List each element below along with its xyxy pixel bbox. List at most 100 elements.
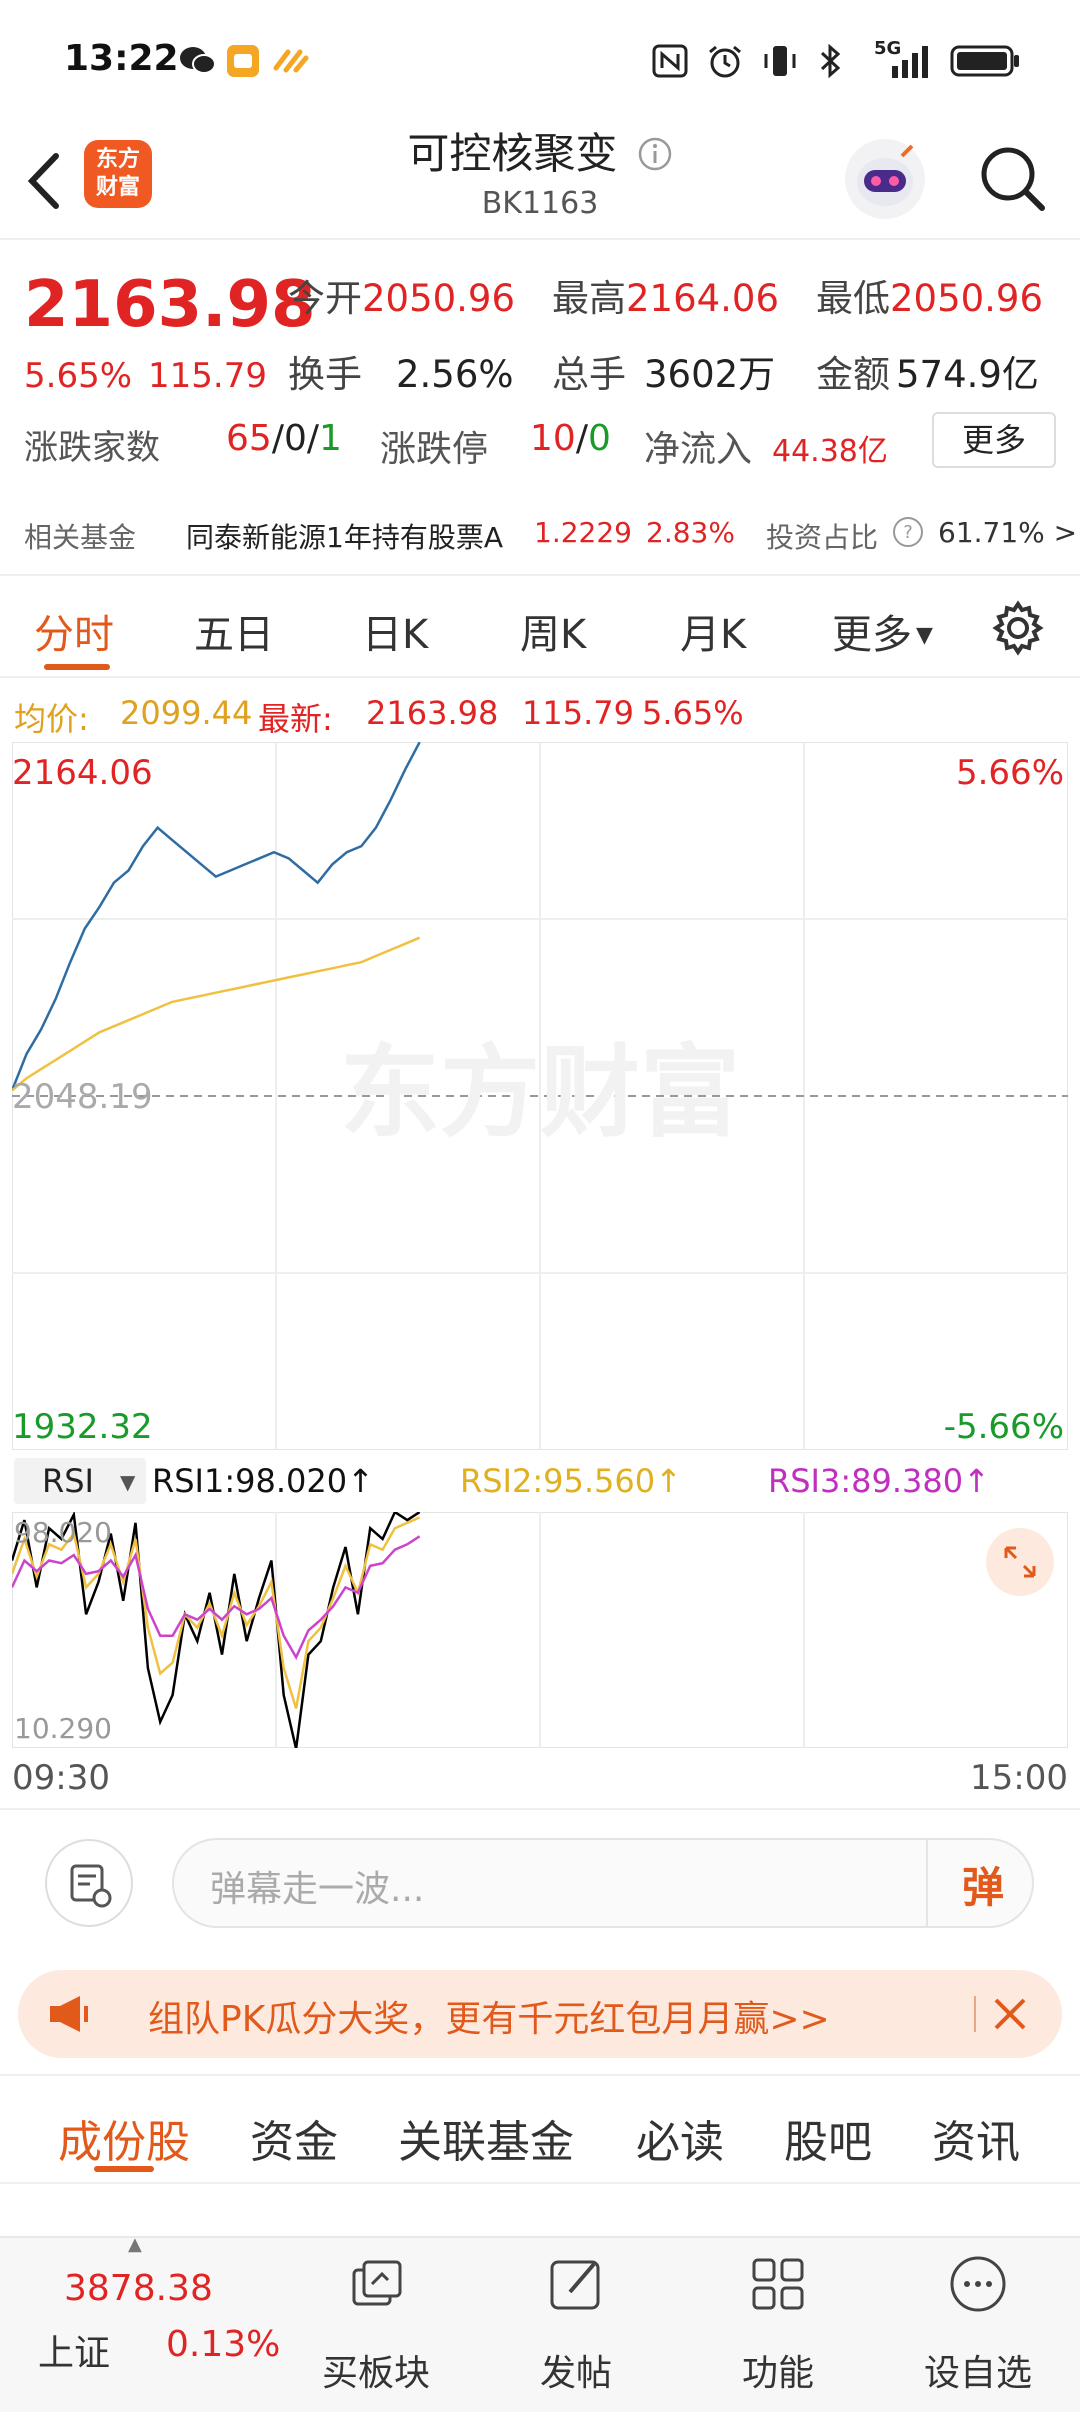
caret-down-icon: ▼ <box>916 623 933 648</box>
index-name: 上证 <box>38 2333 111 2374</box>
fund-label: 相关基金 <box>24 521 137 554</box>
status-time: 13:22 <box>64 38 179 79</box>
alarm-icon <box>709 45 741 78</box>
more-dots-icon <box>950 2256 1006 2312</box>
change-percent: 5.65% <box>24 356 133 396</box>
tab-related-funds[interactable]: 关联基金 <box>398 2106 574 2170</box>
avg-label: 均价: <box>14 700 89 738</box>
y-low-label: 1932.32 <box>12 1407 153 1447</box>
tab-weekly-k[interactable]: 周K <box>520 602 586 660</box>
danmaku-settings-icon[interactable] <box>44 1838 134 1928</box>
pct-high-label: 5.66% <box>956 753 1064 793</box>
tab-five-day[interactable]: 五日 <box>194 602 274 660</box>
breadth-values: 65/0/1 <box>226 418 342 459</box>
limit-values: 10/0 <box>530 418 611 459</box>
index-pct: 0.13% <box>166 2324 281 2365</box>
last-price: 2163.98 <box>24 268 316 342</box>
quote-panel: 2163.98 5.65% 115.79 今开2050.96 最高2164.06… <box>0 242 1080 492</box>
megaphone-icon <box>50 1996 88 2032</box>
time-end: 15:00 <box>970 1758 1068 1798</box>
promo-banner[interactable]: 组队PK瓜分大奖，更有千元红包月月赢>> <box>18 1970 1062 2058</box>
close-icon[interactable] <box>990 1994 1030 2034</box>
wechat-icon <box>180 47 216 74</box>
volume-stat: 总手 3602万 <box>552 353 776 396</box>
danmaku-bar: 弹幕走一波... 弹 <box>0 1808 1080 1958</box>
settings-gear-icon[interactable] <box>990 600 1046 656</box>
tab-intraday[interactable]: 分时 <box>34 602 114 660</box>
banner-text: 组队PK瓜分大奖，更有千元红包月月赢>> <box>148 1999 830 2040</box>
app-notification-icon-2 <box>273 49 309 73</box>
intraday-chart[interactable]: 东方财富 2164.06 2048.19 1932.32 5.66% -5.66… <box>12 742 1068 1450</box>
help-icon[interactable]: ? <box>892 516 924 548</box>
svg-text:?: ? <box>903 522 913 543</box>
tab-capital[interactable]: 资金 <box>250 2106 338 2170</box>
indicator-selector[interactable]: RSI ▼ <box>14 1458 146 1504</box>
price-summary-row: 均价: 2099.44 最新: 2163.98 115.79 5.65% <box>0 690 1080 740</box>
fund-ratio-label: 投资占比 <box>766 521 879 554</box>
active-tab-indicator <box>94 2166 154 2172</box>
y-high-label: 2164.06 <box>12 753 153 793</box>
index-ticker[interactable]: ▲ 3878.38 上证 0.13% <box>0 2234 281 2412</box>
sector-basket-icon <box>352 2260 402 2306</box>
info-icon[interactable] <box>637 136 673 172</box>
fund-name: 同泰新能源1年持有股票A <box>186 521 503 554</box>
nav-buy-sector[interactable]: 买板块 <box>296 2238 456 2412</box>
status-bar: 13:22 5G <box>0 0 1080 120</box>
app-notification-icon <box>227 45 259 77</box>
latest-pct: 5.65% <box>642 694 744 732</box>
tab-news[interactable]: 资讯 <box>932 2106 1020 2170</box>
turnover-stat: 换手 2.56% <box>288 353 514 396</box>
tab-more[interactable]: 更多 ▼ <box>832 602 933 660</box>
amount-stat: 金额 574.9亿 <box>816 353 1039 396</box>
tab-must-read[interactable]: 必读 <box>636 2106 724 2170</box>
latest-price: 2163.98 <box>366 694 499 732</box>
bluetooth-icon <box>820 44 841 78</box>
netflow-label: 净流入 <box>644 429 753 470</box>
expand-icon[interactable] <box>986 1528 1054 1596</box>
vibrate-icon <box>764 46 796 76</box>
time-start: 09:30 <box>12 1758 110 1798</box>
danmaku-input[interactable]: 弹幕走一波... 弹 <box>172 1838 1034 1928</box>
high-stat: 最高2164.06 <box>552 277 780 320</box>
battery-icon <box>950 45 1019 77</box>
header: 东方 财富 可控核聚变 BK1163 <box>0 120 1080 240</box>
fund-ratio: 61.71% > <box>938 516 1078 549</box>
low-stat: 最低2050.96 <box>816 277 1044 320</box>
fund-pct: 2.83% <box>646 516 735 549</box>
caret-down-icon: ▼ <box>120 1470 136 1494</box>
y-mid-label: 2048.19 <box>12 1077 153 1117</box>
tab-forum[interactable]: 股吧 <box>784 2106 872 2170</box>
fund-nav: 1.2229 <box>534 516 632 549</box>
change-value: 115.79 <box>148 356 267 396</box>
rsi-header: RSI ▼ RSI1:98.020↑ RSI2:95.560↑ RSI3:89.… <box>0 1456 1080 1510</box>
signal-icon <box>892 46 928 78</box>
chart-period-tabs: 分时 五日 日K 周K 月K 更多 ▼ <box>0 578 1080 678</box>
caret-up-icon: ▲ <box>128 2234 142 2255</box>
netflow-value: 44.38亿 <box>772 434 888 469</box>
rsi2-value: RSI2:95.560↑ <box>460 1462 682 1500</box>
tab-daily-k[interactable]: 日K <box>362 602 428 660</box>
chart-watermark: 东方财富 <box>340 1034 740 1151</box>
nav-add-watchlist[interactable]: 设自选 <box>898 2238 1058 2412</box>
tab-constituents[interactable]: 成份股 <box>58 2106 190 2170</box>
time-axis: 09:30 15:00 <box>0 1756 1080 1806</box>
robot-assistant-icon[interactable] <box>842 136 928 222</box>
search-icon[interactable] <box>976 142 1048 214</box>
rsi-chart[interactable]: 98.020 10.290 <box>12 1512 1068 1748</box>
index-value: 3878.38 <box>64 2268 213 2309</box>
pct-low-label: -5.66% <box>944 1407 1064 1447</box>
nfc-icon <box>652 44 688 78</box>
related-fund-row[interactable]: 相关基金 同泰新能源1年持有股票A 1.2229 2.83% 投资占比 ? 61… <box>0 500 1080 576</box>
nav-post[interactable]: 发帖 <box>496 2238 656 2412</box>
rsi3-value: RSI3:89.380↑ <box>768 1462 990 1500</box>
rsi1-value: RSI1:98.020↑ <box>152 1462 374 1500</box>
avg-price: 2099.44 <box>120 694 253 732</box>
danmaku-send-button[interactable]: 弹 <box>962 1854 1004 1915</box>
latest-change: 115.79 <box>522 694 634 732</box>
tab-monthly-k[interactable]: 月K <box>680 602 746 660</box>
nav-functions[interactable]: 功能 <box>698 2238 858 2412</box>
bottom-nav: ▲ 3878.38 上证 0.13% 买板块 发帖 功能 设自选 <box>0 2234 1080 2412</box>
more-button[interactable]: 更多 <box>932 412 1056 468</box>
active-tab-indicator <box>44 664 110 670</box>
open-stat: 今开2050.96 <box>288 277 516 320</box>
